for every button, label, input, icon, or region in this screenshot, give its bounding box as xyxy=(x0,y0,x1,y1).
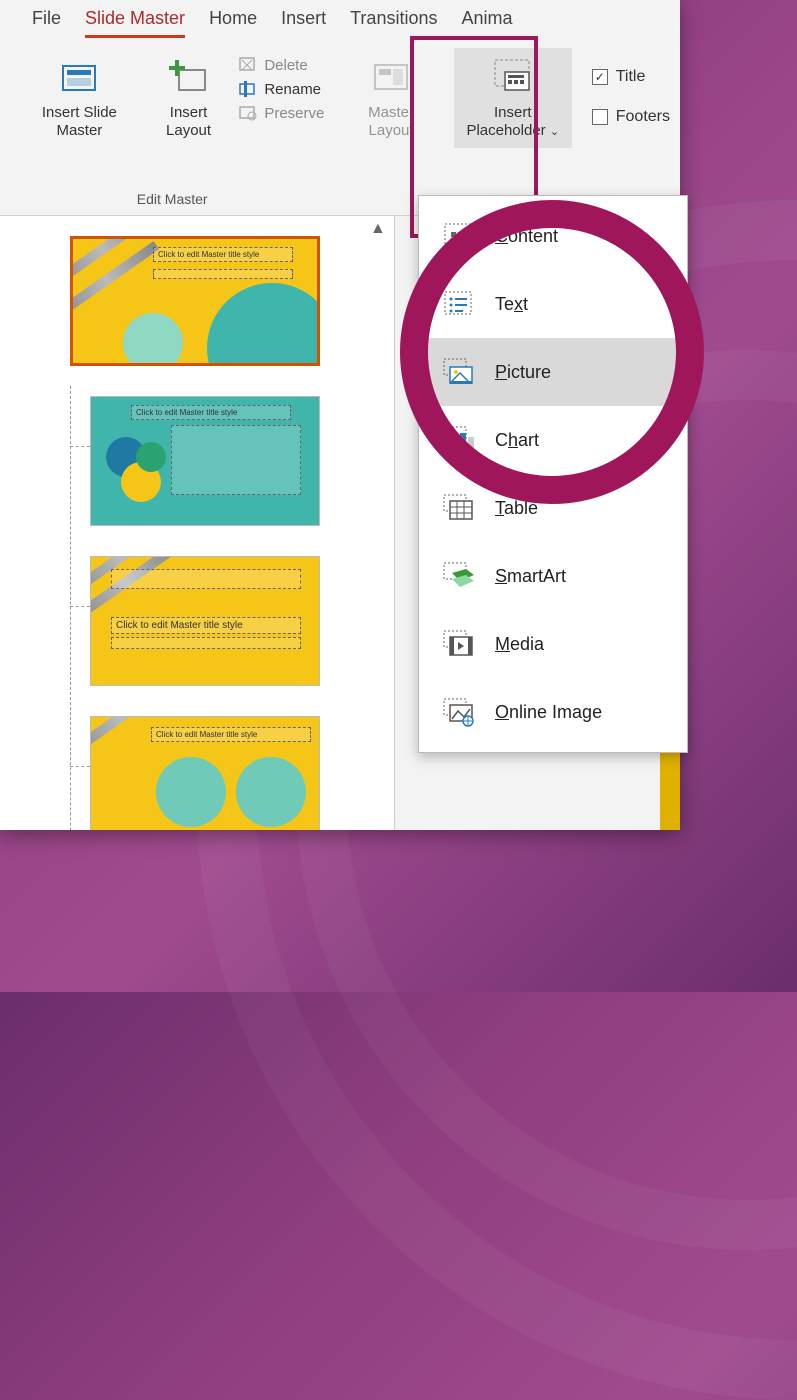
chart-icon xyxy=(441,424,477,456)
insert-slide-master-icon xyxy=(57,56,101,100)
content-icon xyxy=(441,220,477,252)
delete-icon xyxy=(238,56,258,74)
menu-media-label: Media xyxy=(495,634,544,655)
menu-picture-label: Picture xyxy=(495,362,551,383)
insert-layout-button[interactable]: Insert Layout xyxy=(143,48,235,148)
tab-transitions[interactable]: Transitions xyxy=(350,8,437,35)
group-master-layout: Master Layout xyxy=(334,48,447,215)
checkbox-checked-icon: ✓ xyxy=(592,69,608,85)
title-checkbox[interactable]: ✓ Title xyxy=(592,68,670,86)
menu-table[interactable]: Table xyxy=(419,474,687,542)
slide-thumbnail-panel: ▲ Click to edit Master title style Click… xyxy=(0,216,395,830)
tab-file[interactable]: File xyxy=(32,8,61,35)
title-checkbox-label: Title xyxy=(616,68,646,86)
scroll-up-button[interactable]: ▲ xyxy=(370,220,390,240)
menu-chart[interactable]: Chart xyxy=(419,406,687,474)
tab-animations[interactable]: Anima xyxy=(461,8,512,35)
tab-insert[interactable]: Insert xyxy=(281,8,326,35)
online-image-icon xyxy=(441,696,477,728)
smartart-icon xyxy=(441,560,477,592)
menu-content-label: Content xyxy=(495,226,558,247)
menu-picture[interactable]: Picture xyxy=(419,338,687,406)
delete-button[interactable]: Delete xyxy=(238,56,324,74)
media-icon xyxy=(441,628,477,660)
footers-checkbox[interactable]: Footers xyxy=(592,108,670,126)
ribbon: Insert Slide Master Insert Layout xyxy=(0,44,680,216)
powerpoint-window: File Slide Master Home Insert Transition… xyxy=(0,0,680,830)
rename-label: Rename xyxy=(264,81,321,98)
footers-checkbox-label: Footers xyxy=(616,108,670,126)
rename-icon xyxy=(238,80,258,98)
master-layout-button[interactable]: Master Layout xyxy=(340,48,441,148)
rename-button[interactable]: Rename xyxy=(238,80,324,98)
preserve-button[interactable]: Preserve xyxy=(238,104,324,122)
menu-smartart[interactable]: SmartArt xyxy=(419,542,687,610)
group-edit-master: Insert Slide Master Insert Layout xyxy=(10,48,334,215)
insert-layout-icon xyxy=(167,56,211,100)
delete-label: Delete xyxy=(264,57,307,74)
layout-thumbnail-2[interactable]: Click to edit Master title style xyxy=(90,556,320,686)
menu-online-image-label: Online Image xyxy=(495,702,602,723)
insert-placeholder-icon xyxy=(491,56,535,100)
menu-content[interactable]: Content xyxy=(419,202,687,270)
text-icon xyxy=(441,288,477,320)
menu-online-image[interactable]: Online Image xyxy=(419,678,687,746)
layout-thumbnail-3[interactable]: Click to edit Master title style xyxy=(90,716,320,830)
ribbon-tabs: File Slide Master Home Insert Transition… xyxy=(0,0,680,44)
checkbox-unchecked-icon xyxy=(592,109,608,125)
group-edit-master-label: Edit Master xyxy=(137,187,208,215)
menu-table-label: Table xyxy=(495,498,538,519)
menu-media[interactable]: Media xyxy=(419,610,687,678)
menu-chart-label: Chart xyxy=(495,430,539,451)
placeholder-checkboxes: ✓ Title Footers xyxy=(578,48,670,215)
preserve-label: Preserve xyxy=(264,105,324,122)
insert-placeholder-button[interactable]: Insert Placeholder ⌄ xyxy=(454,48,572,148)
insert-slide-master-button[interactable]: Insert Slide Master xyxy=(16,48,143,148)
menu-smartart-label: SmartArt xyxy=(495,566,566,587)
menu-text-label: Text xyxy=(495,294,528,315)
master-layout-icon xyxy=(369,56,413,100)
group-insert-placeholder: Insert Placeholder ⌄ xyxy=(448,48,578,215)
layout-thumbnail-1[interactable]: Click to edit Master title style xyxy=(90,396,320,526)
slide-master-thumbnail[interactable]: Click to edit Master title style xyxy=(70,236,320,366)
preserve-icon xyxy=(238,104,258,122)
table-icon xyxy=(441,492,477,524)
menu-text[interactable]: Text xyxy=(419,270,687,338)
insert-placeholder-menu: Content Text Picture Chart Table xyxy=(418,195,688,753)
tab-slide-master[interactable]: Slide Master xyxy=(85,8,185,38)
tab-home[interactable]: Home xyxy=(209,8,257,35)
picture-icon xyxy=(441,356,477,388)
